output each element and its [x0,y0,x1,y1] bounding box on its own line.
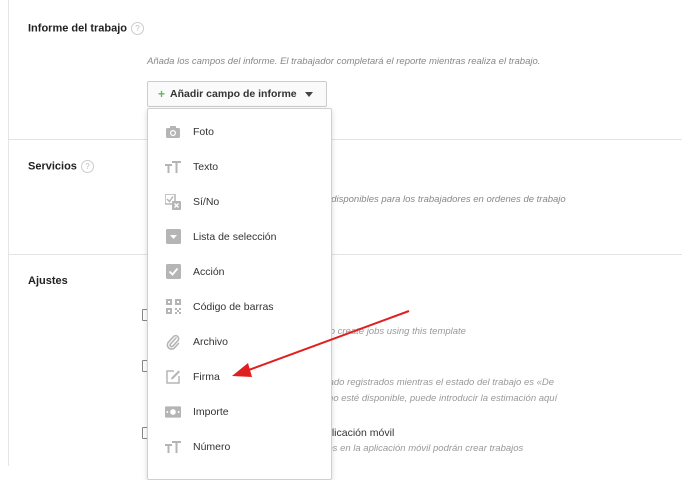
annotation-arrow [232,310,410,377]
